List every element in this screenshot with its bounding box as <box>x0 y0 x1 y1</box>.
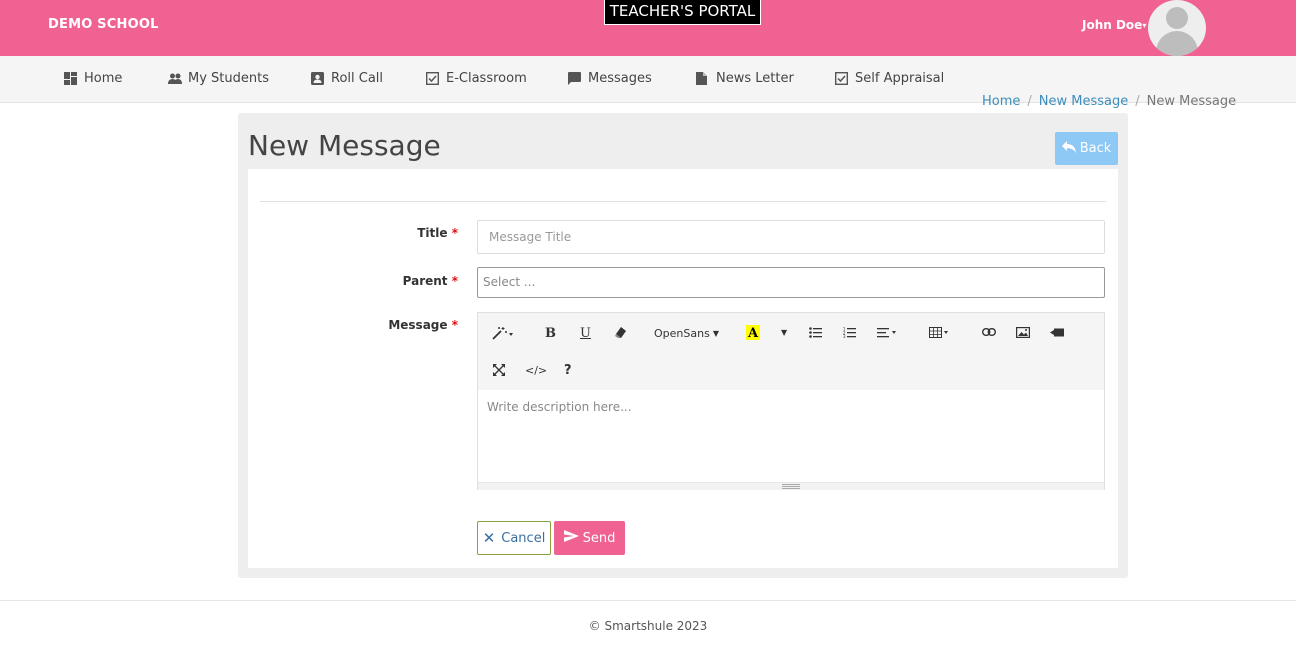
footer-copyright: © Smartshule 2023 <box>588 619 708 633</box>
video-icon[interactable] <box>1050 328 1064 337</box>
caret-down-icon: ▼ <box>712 329 719 338</box>
people-icon <box>168 72 182 85</box>
nav-label: E-Classroom <box>446 71 527 86</box>
cancel-button[interactable]: ✕ Cancel <box>477 521 551 555</box>
underline-icon[interactable]: U <box>580 326 591 341</box>
message-label: Message * <box>258 318 458 332</box>
color-dropdown-icon[interactable]: ▼ <box>781 328 787 337</box>
nav-label: Self Appraisal <box>855 71 945 86</box>
breadcrumb-separator: / <box>1027 94 1032 109</box>
required-mark: * <box>451 226 458 240</box>
svg-text:A: A <box>747 326 759 340</box>
title-input[interactable]: Message Title <box>477 220 1105 254</box>
svg-text:3: 3 <box>843 334 846 338</box>
unordered-list-icon[interactable] <box>809 327 822 338</box>
check-box-icon <box>425 71 440 86</box>
required-mark: * <box>451 274 458 288</box>
nav-item-roll-call[interactable]: Roll Call <box>311 71 383 86</box>
send-label: Send <box>582 530 616 546</box>
avatar-body <box>1156 31 1198 56</box>
user-name: John Doe <box>1082 18 1143 32</box>
back-button[interactable]: Back <box>1055 132 1118 165</box>
font-name: OpenSans <box>654 327 710 340</box>
top-header: DEMO SCHOOL TEACHER'S PORTAL John Doe▾ <box>0 0 1296 56</box>
parent-label-text: Parent <box>402 274 448 288</box>
document-icon <box>696 72 709 85</box>
align-dropdown-icon[interactable] <box>877 327 899 338</box>
nav-label: Home <box>84 71 123 86</box>
contact-card-icon <box>311 72 324 85</box>
user-menu[interactable]: John Doe▾ <box>1082 18 1146 32</box>
code-view-icon[interactable]: </> <box>525 364 547 377</box>
page-title: New Message <box>248 129 441 162</box>
text-color-icon[interactable]: A <box>746 325 760 340</box>
nav-item-my-students[interactable]: My Students <box>168 71 269 86</box>
link-icon[interactable] <box>982 328 996 336</box>
breadcrumb: Home / New Message / New Message <box>982 94 1236 109</box>
editor-resize-handle[interactable] <box>478 482 1104 490</box>
nav-label: Roll Call <box>331 71 384 86</box>
reply-arrow-icon <box>1061 140 1076 157</box>
close-icon: ✕ <box>482 529 496 547</box>
eraser-icon[interactable] <box>615 327 626 339</box>
dashboard-icon <box>64 72 77 85</box>
breadcrumb-separator: / <box>1135 94 1140 109</box>
bold-icon[interactable]: B <box>545 326 556 341</box>
check-box-icon <box>834 71 849 86</box>
fullscreen-icon[interactable] <box>493 364 505 376</box>
editor-toolbar: B U OpenSans ▼ A ▼ 123 </> ? <box>478 313 1104 390</box>
back-label: Back <box>1079 141 1112 156</box>
nav-item-self-appraisal[interactable]: Self Appraisal <box>834 71 945 86</box>
form-panel: Title * Message Title Parent * Select ..… <box>248 169 1118 568</box>
font-family-dropdown[interactable]: OpenSans ▼ <box>654 327 719 340</box>
nav-item-news-letter[interactable]: News Letter <box>696 71 794 86</box>
nav-item-messages[interactable]: Messages <box>568 71 652 86</box>
nav-label: My Students <box>188 71 269 86</box>
send-icon <box>563 530 579 546</box>
rich-text-editor: B U OpenSans ▼ A ▼ 123 </> ? Write descr… <box>477 312 1105 490</box>
nav-item-e-classroom[interactable]: E-Classroom <box>425 71 527 86</box>
nav-label: Messages <box>588 71 652 86</box>
message-card: New Message Back Title * Message Title P… <box>238 113 1128 578</box>
message-label-text: Message <box>388 318 448 332</box>
grip-icon <box>782 484 800 489</box>
school-name[interactable]: DEMO SCHOOL <box>48 17 159 32</box>
nav-label: News Letter <box>716 71 794 86</box>
magic-style-icon[interactable] <box>492 326 514 340</box>
title-label: Title * <box>258 226 458 240</box>
ordered-list-icon[interactable]: 123 <box>843 327 856 338</box>
required-mark: * <box>451 318 458 332</box>
footer-divider <box>0 600 1296 601</box>
table-icon[interactable] <box>929 327 951 338</box>
send-button[interactable]: Send <box>554 521 625 555</box>
avatar-head <box>1166 7 1188 29</box>
divider <box>260 201 1106 202</box>
caret-down-icon: ▾ <box>1142 21 1147 30</box>
parent-select[interactable]: Select ... <box>477 267 1105 298</box>
breadcrumb-current: New Message <box>1146 94 1237 109</box>
editor-content[interactable]: Write description here... <box>478 390 1104 482</box>
avatar[interactable] <box>1148 0 1206 56</box>
breadcrumb-parent[interactable]: New Message <box>1039 94 1128 109</box>
nav-item-home[interactable]: Home <box>64 71 122 86</box>
help-icon[interactable]: ? <box>564 363 572 378</box>
chat-bubble-icon <box>568 72 581 85</box>
portal-title: TEACHER'S PORTAL <box>604 0 761 25</box>
title-label-text: Title <box>417 226 448 240</box>
breadcrumb-home[interactable]: Home <box>982 94 1020 109</box>
parent-label: Parent * <box>258 274 458 288</box>
cancel-label: Cancel <box>501 530 546 546</box>
image-icon[interactable] <box>1016 327 1030 338</box>
